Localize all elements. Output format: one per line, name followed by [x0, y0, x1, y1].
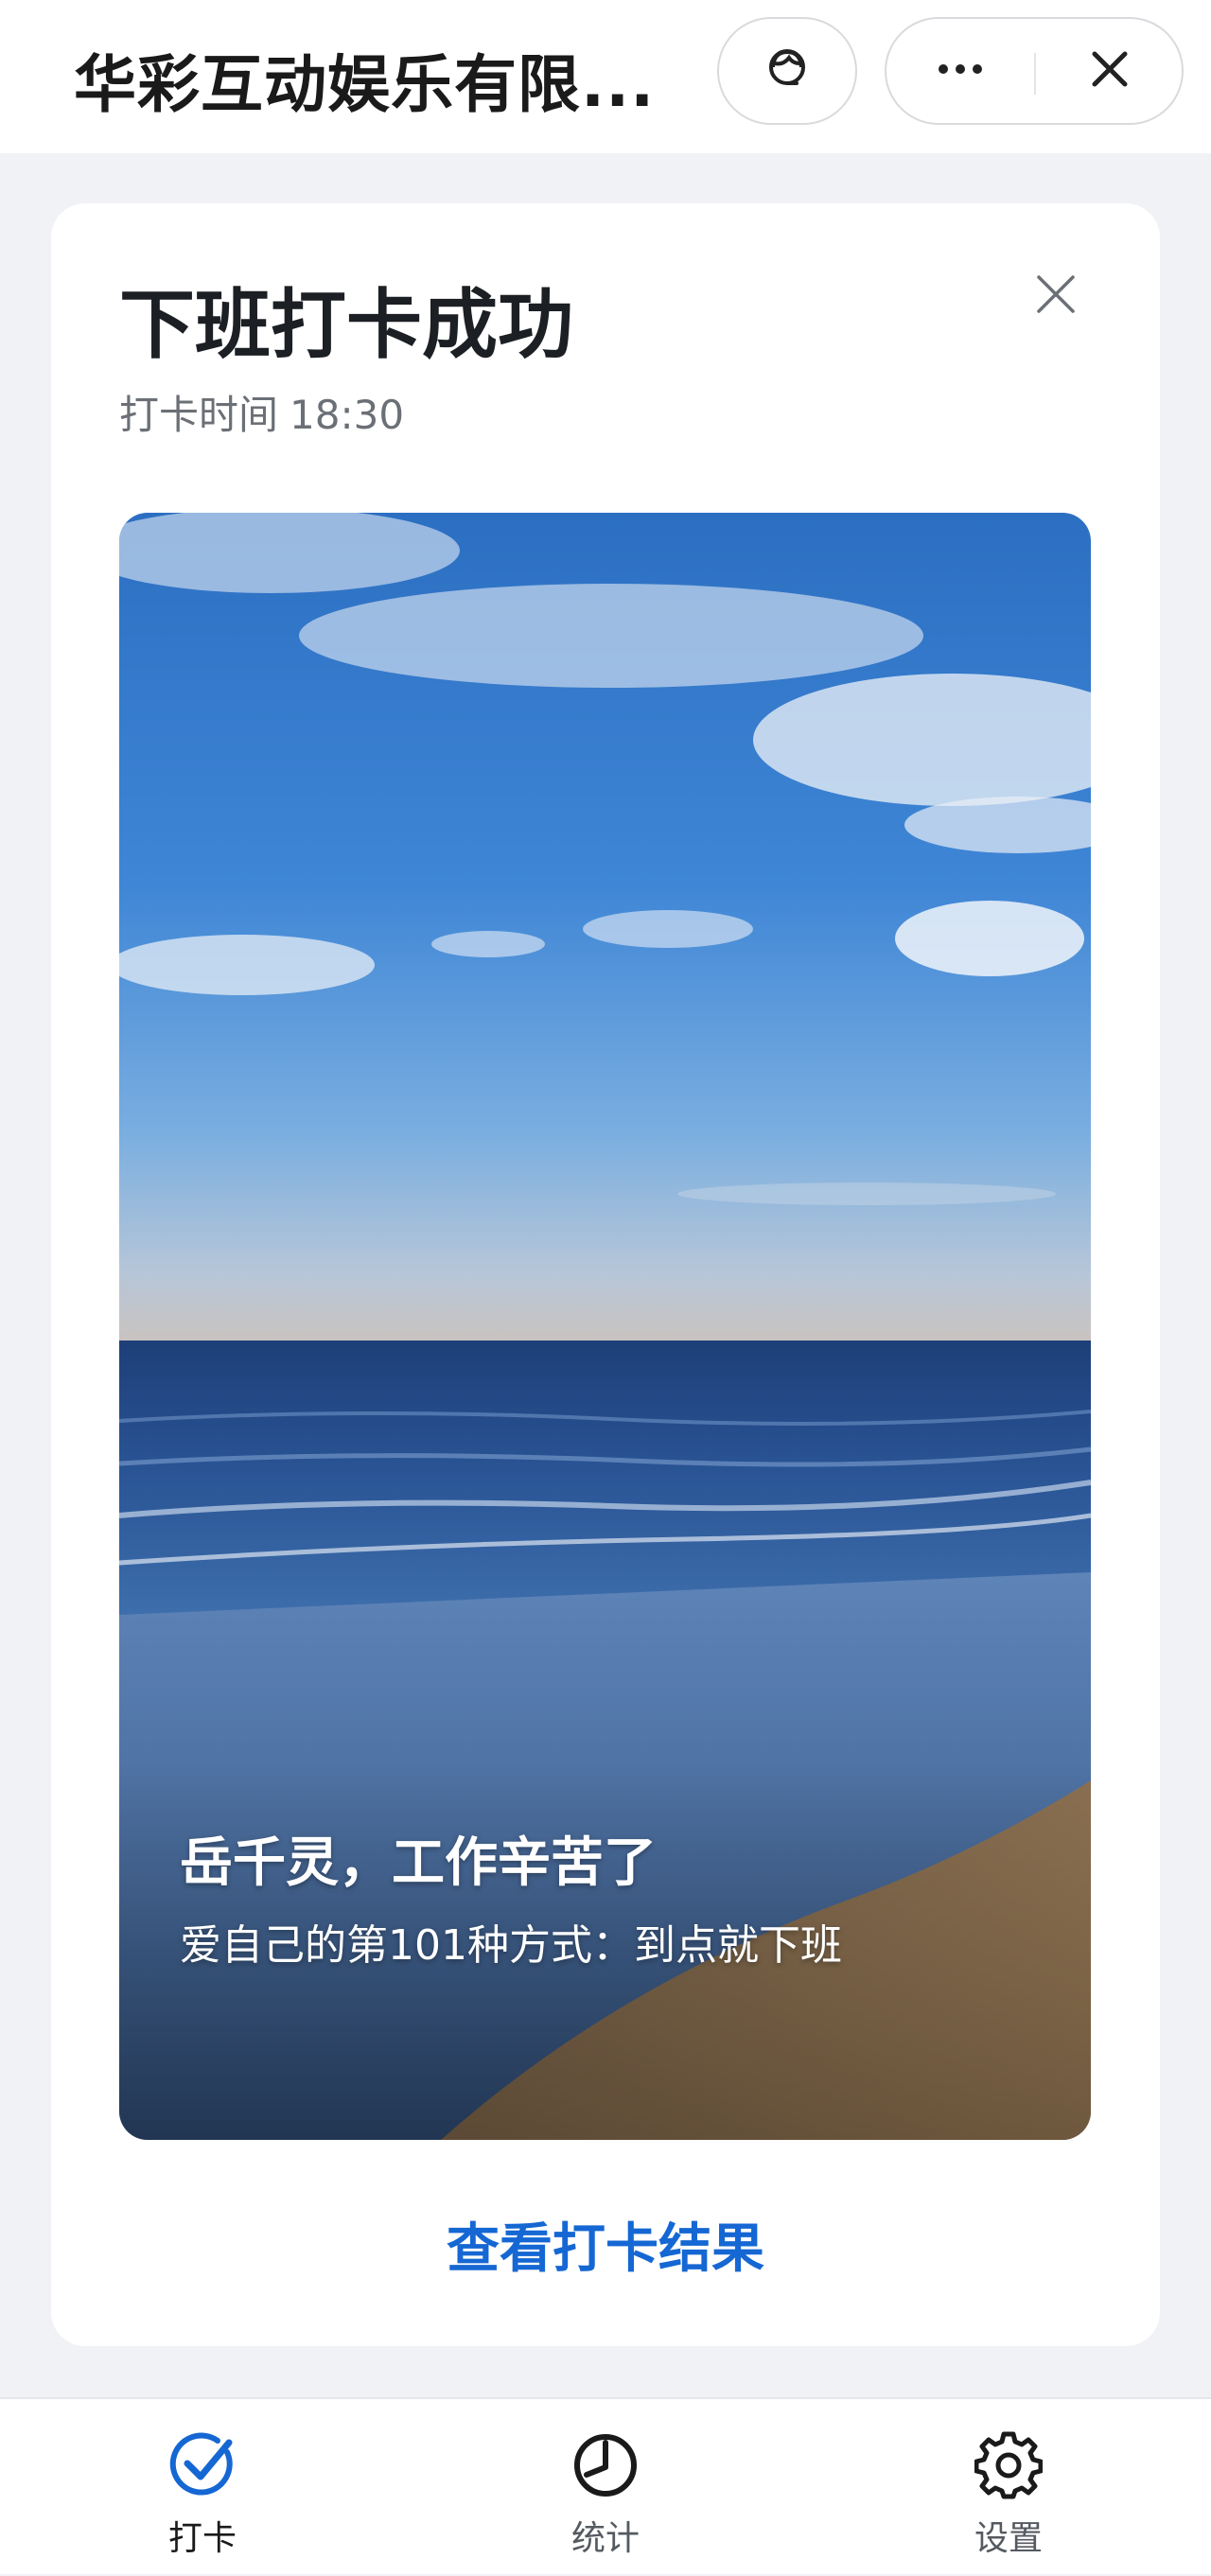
- tab-label: 统计: [570, 2519, 640, 2558]
- close-app-button[interactable]: [1036, 19, 1184, 123]
- card-close-button[interactable]: [1026, 266, 1086, 326]
- punch-time-value: 18:30: [290, 392, 405, 438]
- tab-label: 设置: [974, 2519, 1043, 2558]
- more-icon: [934, 61, 987, 80]
- tab-stats[interactable]: 统计: [501, 2399, 710, 2576]
- check-icon: [165, 2427, 240, 2503]
- view-result-link[interactable]: 查看打卡结果: [51, 2206, 1160, 2283]
- customer-service-icon: [761, 43, 814, 99]
- tab-punch[interactable]: 打卡: [98, 2399, 307, 2576]
- stats-icon: [568, 2427, 643, 2503]
- close-icon: [1035, 273, 1077, 319]
- card-title: 下班打卡成功: [119, 281, 573, 369]
- punch-time: 打卡时间 18:30: [119, 383, 404, 441]
- tab-label: 打卡: [167, 2519, 237, 2558]
- app-title: 华彩互动娱乐有限...: [74, 48, 656, 121]
- bottom-tab-bar: 打卡 统计 设置: [0, 2397, 1211, 2574]
- greeting-subtitle: 爱自己的第101种方式：到点就下班: [180, 1921, 842, 1970]
- close-icon: [1090, 49, 1130, 93]
- punch-success-card: 下班打卡成功 打卡时间 18:30 岳千灵，工作辛苦了 爱自己的第101种方式：…: [51, 203, 1160, 2346]
- greeting-text: 岳千灵，工作辛苦了: [180, 1832, 657, 1894]
- punch-time-label: 打卡时间: [119, 392, 279, 438]
- gear-icon: [971, 2427, 1046, 2503]
- customer-service-button[interactable]: [717, 17, 857, 125]
- tab-settings[interactable]: 设置: [904, 2399, 1113, 2576]
- menu-capsule: [885, 17, 1184, 125]
- top-bar: 华彩互动娱乐有限...: [0, 0, 1211, 153]
- scenic-picture: 岳千灵，工作辛苦了 爱自己的第101种方式：到点就下班: [119, 513, 1091, 2140]
- more-button[interactable]: [886, 19, 1034, 123]
